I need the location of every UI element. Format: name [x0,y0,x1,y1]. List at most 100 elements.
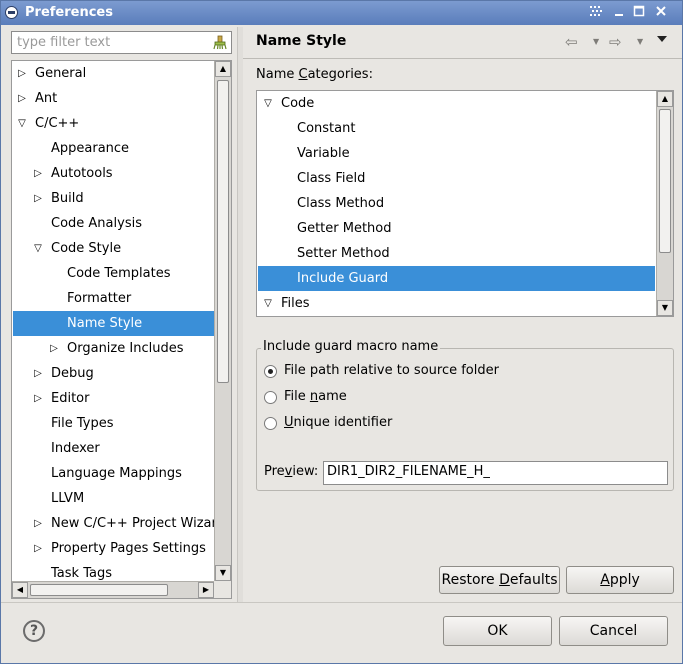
collapsed-twisty-icon[interactable]: ▷ [32,386,44,411]
scroll-corner [214,581,231,598]
close-icon[interactable] [653,5,669,21]
tree-item[interactable]: ▷ Autotools [13,161,214,186]
categories-vscroll-thumb[interactable] [659,109,671,253]
scroll-right-arrow-icon[interactable]: ▶ [198,582,214,598]
tree-item-label: Formatter [67,291,132,306]
tree-hscroll-thumb[interactable] [30,584,168,596]
forward-arrow-icon[interactable]: ⇨ [609,33,622,51]
restore-defaults-button[interactable]: Restore Defaults [439,566,560,594]
radio-button[interactable] [264,417,277,430]
collapsed-twisty-icon[interactable]: ▷ [32,161,44,186]
tree-item-label: Autotools [51,166,113,181]
expanded-twisty-icon[interactable]: ▽ [262,91,274,116]
tree-item[interactable]: ▷ Build [13,186,214,211]
category-item[interactable]: Setter Method [258,241,655,266]
tree-item-label: Build [51,191,84,206]
tree-item[interactable]: ▷ Property Pages Settings [13,536,214,561]
category-item[interactable]: Variable [258,141,655,166]
scroll-up-arrow-icon[interactable]: ▲ [657,91,673,107]
tree-item-label: Code Templates [67,266,171,281]
collapsed-twisty-icon[interactable]: ▷ [32,511,44,536]
clear-filter-icon[interactable] [213,35,227,50]
tree-item[interactable]: ▷ New C/C++ Project Wizard [13,511,214,536]
sticky-icon[interactable] [588,5,604,21]
collapsed-twisty-icon[interactable]: ▷ [32,186,44,211]
tree-item-label: Organize Includes [67,341,184,356]
scroll-left-arrow-icon[interactable]: ◀ [12,582,28,598]
tree-item-label: File Types [51,416,114,431]
back-arrow-icon[interactable]: ⇦ [565,33,578,51]
category-item[interactable]: ▽ Files [258,291,655,316]
radio-button-checked[interactable] [264,365,277,378]
collapsed-twisty-icon[interactable]: ▷ [16,61,28,86]
tree-item-label: LLVM [51,491,85,506]
tree-item[interactable]: ▷ Editor [13,386,214,411]
tree-item[interactable]: ▽ Code Style [13,236,214,261]
tree-item[interactable]: Formatter [13,286,214,311]
tree-item[interactable]: ▷ Ant [13,86,214,111]
tree-item-label: Debug [51,366,94,381]
tree-item[interactable]: Appearance [13,136,214,161]
collapsed-twisty-icon[interactable]: ▷ [32,361,44,386]
tree-item-label: New C/C++ Project Wizard [51,516,214,531]
filter-input[interactable] [15,33,205,52]
tree-item[interactable]: File Types [13,411,214,436]
tree-item[interactable]: Code Analysis [13,211,214,236]
tree-item-label: Name Style [67,316,143,331]
scroll-up-arrow-icon[interactable]: ▲ [215,61,231,77]
forward-dropdown-icon[interactable]: ▼ [637,37,643,46]
category-item-label: Setter Method [297,246,390,261]
preferences-tree: Task Tags ▷ Property Pages Settings ▷ New C/… [11,60,232,599]
radio-button[interactable] [264,391,277,404]
category-item-label: Files [281,296,310,311]
category-item[interactable]: ▽ Code [258,91,655,116]
tree-item[interactable]: Language Mappings [13,461,214,486]
expanded-twisty-icon[interactable]: ▽ [262,291,274,316]
tree-item[interactable]: ▷ Organize Includes [13,336,214,361]
minimize-icon[interactable] [611,5,627,21]
scroll-down-arrow-icon[interactable]: ▼ [215,565,231,581]
tree-item[interactable]: ▷ Debug [13,361,214,386]
category-item[interactable]: Getter Method [258,216,655,241]
tree-item-label: Ant [35,91,58,106]
tree-item-label: General [35,66,87,81]
expanded-twisty-icon[interactable]: ▽ [32,236,44,261]
title-bar[interactable]: Preferences [1,1,682,25]
splitter-sash[interactable] [237,27,243,602]
back-dropdown-icon[interactable]: ▼ [593,37,599,46]
category-item-label: Code [281,96,315,111]
tree-item[interactable]: Code Templates [13,261,214,286]
scroll-down-arrow-icon[interactable]: ▼ [657,300,673,316]
collapsed-twisty-icon[interactable]: ▷ [16,86,28,111]
collapsed-twisty-icon[interactable]: ▷ [32,536,44,561]
preview-field[interactable]: DIR1_DIR2_FILENAME_H_ [323,461,668,485]
tree-horizontal-scrollbar[interactable]: ◀ ▶ [12,581,214,598]
collapsed-twisty-icon[interactable]: ▷ [48,336,60,361]
tree-item-label: Indexer [51,441,100,456]
page-title: Name Style [256,33,347,49]
tree-item[interactable]: LLVM [13,486,214,511]
categories-vertical-scrollbar[interactable]: ▲ ▼ [656,91,673,316]
tree-item[interactable]: ▽ C/C++ [13,111,214,136]
category-item[interactable]: Include Guard [258,266,655,291]
category-item[interactable]: Class Method [258,191,655,216]
apply-button[interactable]: Apply [566,566,674,594]
help-icon[interactable]: ? [23,620,45,642]
category-item-label: Constant [297,121,356,136]
tree-vertical-scrollbar[interactable]: ▲ ▼ [214,61,231,581]
view-menu-icon[interactable] [657,36,667,42]
expanded-twisty-icon[interactable]: ▽ [16,111,28,136]
tree-vscroll-thumb[interactable] [217,80,229,383]
tree-item[interactable]: ▷ General [13,61,214,86]
page-header: Name Style ⇦ ▼ ⇨ ▼ [243,27,682,59]
tree-item[interactable]: Name Style [13,311,214,336]
tree-item-label: Editor [51,391,90,406]
tree-item[interactable]: Indexer [13,436,214,461]
category-item[interactable]: Class Field [258,166,655,191]
cancel-button[interactable]: Cancel [559,616,668,646]
maximize-icon[interactable] [631,5,647,21]
ok-button[interactable]: OK [443,616,552,646]
category-item-label: Class Field [297,171,366,186]
app-icon[interactable] [5,6,18,19]
category-item[interactable]: Constant [258,116,655,141]
